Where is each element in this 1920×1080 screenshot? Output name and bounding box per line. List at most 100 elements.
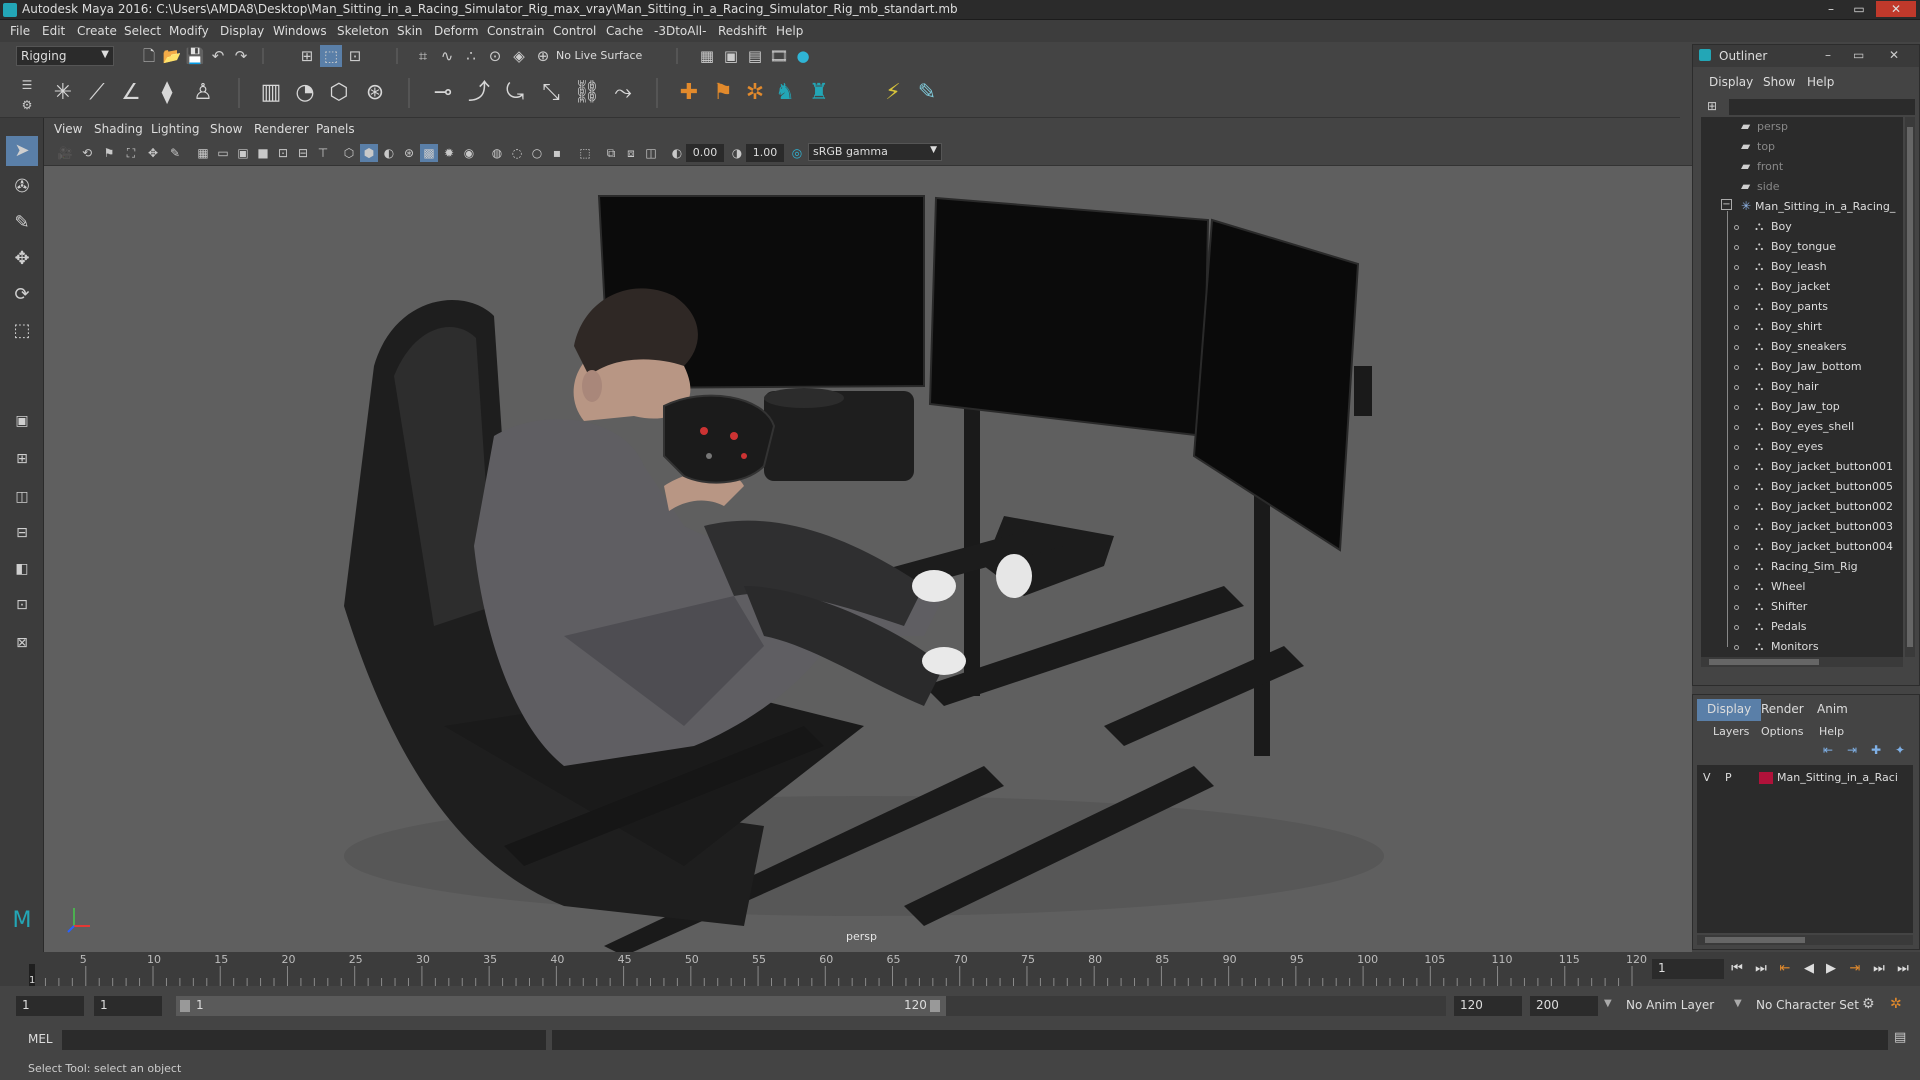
vp-menu-view[interactable]: View	[54, 122, 82, 136]
single-perspective-layout-icon[interactable]: ▣	[6, 406, 38, 436]
outliner-item[interactable]: ⛬ Boy_shirt	[1701, 317, 1903, 337]
gamma-field[interactable]: 1.00	[746, 144, 784, 162]
play-forward-icon[interactable]: ▶	[1822, 960, 1840, 978]
ipr-render-icon[interactable]: ▤	[744, 45, 766, 67]
animation-end-field[interactable]: 200	[1530, 996, 1598, 1016]
select-component-icon[interactable]: ⊡	[344, 45, 366, 67]
outliner-layout-icon[interactable]: ⊠	[6, 628, 38, 658]
range-bar[interactable]: 1 120	[176, 996, 946, 1016]
outliner-menu-display[interactable]: Display	[1709, 75, 1753, 89]
menu-cache[interactable]: Cache	[606, 24, 643, 38]
outliner-item[interactable]: ⛬ Pedals	[1701, 617, 1903, 637]
menu-redshift[interactable]: Redshift	[718, 24, 767, 38]
create-joints-icon[interactable]: ✳	[46, 76, 80, 110]
new-layer-icon[interactable]: ✚	[1871, 743, 1881, 757]
move-layer-up-icon[interactable]: ⇤	[1823, 743, 1833, 757]
color-management-icon[interactable]: ◎	[788, 144, 806, 162]
snap-point-icon[interactable]: ∴	[460, 45, 482, 67]
motion-blur-icon[interactable]: ◌	[508, 144, 526, 162]
menu-3dtoall[interactable]: -3DtoAll-	[654, 24, 706, 38]
tab-anim[interactable]: Anim	[1807, 699, 1858, 721]
outliner-item[interactable]: ⛬ Boy_Jaw_top	[1701, 397, 1903, 417]
menu-windows[interactable]: Windows	[273, 24, 327, 38]
outliner-item[interactable]: ⛬ Boy_jacket_button004	[1701, 537, 1903, 557]
ssao-icon[interactable]: ◍	[488, 144, 506, 162]
xray-joints-icon[interactable]: ⧈	[622, 144, 640, 162]
range-start-handle[interactable]	[180, 1000, 190, 1012]
textured-icon[interactable]: ▩	[420, 144, 438, 162]
select-object-icon[interactable]: ⬚	[320, 45, 342, 67]
outliner-maximize-button[interactable]: ▭	[1853, 48, 1864, 62]
chevron-down-icon[interactable]: ▼	[1604, 998, 1612, 1009]
film-gate-icon[interactable]: ▭	[214, 144, 232, 162]
layer-menu-help[interactable]: Help	[1819, 725, 1844, 738]
wrap-deformer-icon[interactable]: ⬡	[322, 76, 356, 110]
animation-start-field[interactable]: 1	[16, 996, 84, 1016]
gate-mask-icon[interactable]: ■	[254, 144, 272, 162]
ik-handle-icon[interactable]: ⟋	[80, 76, 114, 110]
camera-icon[interactable]: 🎥	[56, 144, 74, 162]
resolution-gate-icon[interactable]: ▣	[234, 144, 252, 162]
menu-deform[interactable]: Deform	[434, 24, 479, 38]
maximize-button[interactable]: ▭	[1846, 1, 1872, 17]
new-layer-selected-icon[interactable]: ✦	[1895, 743, 1905, 757]
go-to-start-icon[interactable]: ⏮	[1728, 960, 1746, 978]
color-space-dropdown[interactable]: sRGB gamma ▼	[808, 143, 942, 161]
xray-components-icon[interactable]: ◫	[642, 144, 660, 162]
safe-title-icon[interactable]: ⊤	[314, 144, 332, 162]
outliner-item[interactable]: ⛬ Boy_jacket_button001	[1701, 457, 1903, 477]
outliner-item[interactable]: ⛬ Boy_jacket_button005	[1701, 477, 1903, 497]
select-hierarchy-icon[interactable]: ⊞	[296, 45, 318, 67]
outliner-item[interactable]: ⛬ Boy_eyes_shell	[1701, 417, 1903, 437]
parent-constraint-icon[interactable]: ⛓	[570, 76, 604, 110]
layer-menu-layers[interactable]: Layers	[1713, 725, 1749, 738]
vp-menu-lighting[interactable]: Lighting	[151, 122, 200, 136]
default-material-icon[interactable]: ◐	[380, 144, 398, 162]
outliner-item[interactable]: ⛬ Monitors	[1701, 637, 1903, 657]
insert-joint-icon[interactable]: ⧫	[150, 76, 184, 110]
multisample-aa-icon[interactable]: ○	[528, 144, 546, 162]
chevron-down-icon[interactable]: ▼	[1734, 998, 1742, 1009]
scale-tool-icon[interactable]: ⬚	[6, 316, 38, 346]
shelf-menu-icon[interactable]: ☰	[16, 74, 38, 96]
outliner-root-row[interactable]: − ✳ Man_Sitting_in_a_Racing_	[1701, 197, 1903, 217]
filter-icon[interactable]: ⊞	[1707, 99, 1717, 113]
step-forward-key-icon[interactable]: ⏭	[1870, 960, 1888, 978]
menu-control[interactable]: Control	[553, 24, 596, 38]
paint-brush-icon[interactable]: ✎	[910, 76, 944, 110]
outliner-horizontal-scrollbar[interactable]	[1701, 657, 1903, 667]
range-end-handle[interactable]	[930, 1000, 940, 1012]
blend-shape-icon[interactable]: ⚡	[876, 76, 910, 110]
persp-outliner-layout-icon[interactable]: ◫	[6, 482, 38, 512]
vp-menu-renderer[interactable]: Renderer	[254, 122, 309, 136]
redo-icon[interactable]: ↷	[230, 45, 252, 67]
menu-edit[interactable]: Edit	[42, 24, 65, 38]
outliner-item[interactable]: ⛬ Boy_sneakers	[1701, 337, 1903, 357]
minimize-button[interactable]: –	[1818, 1, 1844, 17]
outliner-item[interactable]: ⛬ Boy_hair	[1701, 377, 1903, 397]
open-scene-icon[interactable]: 📂	[161, 45, 183, 67]
grease-pencil-icon[interactable]: ✎	[166, 144, 184, 162]
outliner-search-input[interactable]	[1729, 99, 1915, 115]
save-scene-icon[interactable]: 💾	[184, 45, 206, 67]
outliner-close-button[interactable]: ✕	[1889, 48, 1899, 62]
camera-attr-icon[interactable]: ⟲	[78, 144, 96, 162]
preferences-icon[interactable]: ✲	[1890, 996, 1902, 1012]
four-view-layout-icon[interactable]: ⊞	[6, 444, 38, 474]
paint-weights-icon[interactable]: ⊛	[358, 76, 392, 110]
outliner-tree[interactable]: ▰ persp ▰ top ▰ front ▰ side − ✳ Man_Sitting…	[1701, 117, 1903, 657]
snap-surface-icon[interactable]: ◈	[508, 45, 530, 67]
menu-skin[interactable]: Skin	[397, 24, 423, 38]
select-tool-icon[interactable]: ➤	[6, 136, 38, 166]
playback-start-field[interactable]: 1	[94, 996, 162, 1016]
2d-pan-icon[interactable]: ✥	[144, 144, 162, 162]
close-button[interactable]: ✕	[1876, 1, 1916, 17]
lasso-tool-icon[interactable]: ✇	[6, 172, 38, 202]
snap-curve-icon[interactable]: ∿	[436, 45, 458, 67]
menu-set-dropdown[interactable]: Rigging ▼	[16, 46, 114, 66]
shadows-icon[interactable]: ◉	[460, 144, 478, 162]
pole-vector-icon[interactable]: ⤳	[606, 76, 640, 110]
persp-graph-layout-icon[interactable]: ⊟	[6, 518, 38, 548]
outliner-item[interactable]: ⛬ Racing_Sim_Rig	[1701, 557, 1903, 577]
field-chart-icon[interactable]: ⊡	[274, 144, 292, 162]
